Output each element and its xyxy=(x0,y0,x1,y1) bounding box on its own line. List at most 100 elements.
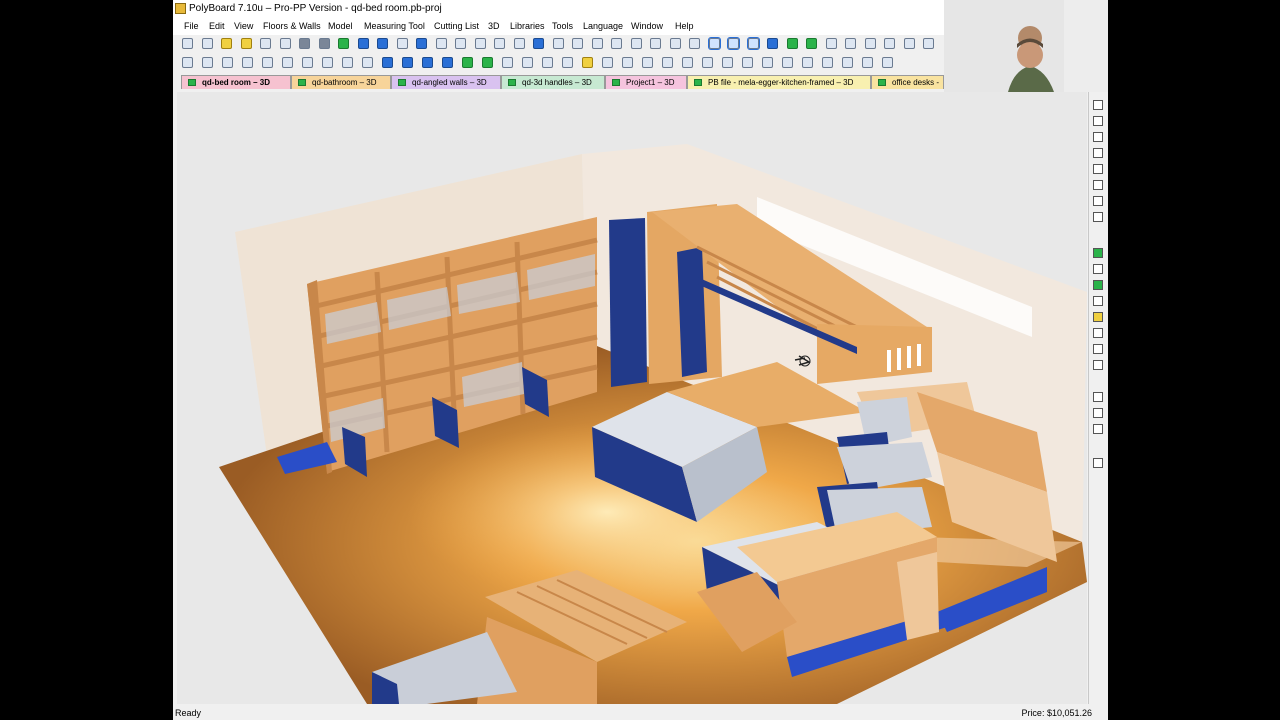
zoom-in-icon[interactable] xyxy=(1093,392,1103,402)
undo-icon[interactable] xyxy=(299,38,310,49)
sphere-icon[interactable] xyxy=(382,57,393,68)
cube-icon[interactable] xyxy=(806,38,817,49)
arrow-icon[interactable] xyxy=(669,38,681,49)
menu-libraries[interactable]: Libraries xyxy=(510,17,545,35)
view-iso-icon[interactable] xyxy=(302,57,313,68)
folder-icon[interactable] xyxy=(240,38,252,49)
menu-cutting-list[interactable]: Cutting List xyxy=(434,17,479,35)
menu-view[interactable]: View xyxy=(234,17,253,35)
panel-icon[interactable] xyxy=(591,38,603,49)
3d-viewport[interactable] xyxy=(177,92,1087,704)
view-iso-icon[interactable] xyxy=(322,57,333,68)
cube-icon[interactable] xyxy=(1093,280,1103,290)
tools-icon[interactable] xyxy=(1093,100,1103,110)
menu-tools[interactable]: Tools xyxy=(552,17,573,35)
cube-icon[interactable] xyxy=(767,38,778,49)
redo-icon[interactable] xyxy=(318,38,330,49)
plus-icon[interactable] xyxy=(864,38,876,49)
cube-icon[interactable] xyxy=(542,57,553,68)
menu-file[interactable]: File xyxy=(184,17,199,35)
view-icon[interactable] xyxy=(533,38,544,49)
box-icon[interactable] xyxy=(611,38,622,49)
view-iso-icon[interactable] xyxy=(342,57,353,68)
report-icon[interactable] xyxy=(377,38,388,49)
menu-language[interactable]: Language xyxy=(583,17,623,35)
cube-icon[interactable] xyxy=(1093,248,1103,258)
arrows-icon[interactable] xyxy=(923,38,934,49)
lightbulb-icon[interactable] xyxy=(582,57,593,68)
view-iso-icon[interactable] xyxy=(282,57,293,68)
box-icon[interactable] xyxy=(702,57,713,68)
menu-window[interactable]: Window xyxy=(631,17,663,35)
view-front-icon[interactable] xyxy=(182,57,193,68)
cube-icon[interactable] xyxy=(746,37,760,50)
grid-icon[interactable] xyxy=(903,38,915,49)
lightbulb-icon[interactable] xyxy=(1093,312,1103,322)
list-icon[interactable] xyxy=(455,38,466,49)
open-icon[interactable] xyxy=(201,38,213,49)
box-icon[interactable] xyxy=(662,57,673,68)
menu-floors-walls[interactable]: Floors & Walls xyxy=(263,17,321,35)
menu-edit[interactable]: Edit xyxy=(209,17,225,35)
cube-icon[interactable] xyxy=(462,57,473,68)
cube-icon[interactable] xyxy=(727,37,740,50)
sphere-icon[interactable] xyxy=(1093,180,1103,190)
sphere-icon[interactable] xyxy=(422,57,433,68)
menu-3d[interactable]: 3D xyxy=(488,17,500,35)
grid-icon[interactable] xyxy=(1093,164,1103,174)
layers-icon[interactable] xyxy=(435,38,447,49)
tab-office-desks[interactable]: office desks - xyxy=(871,75,944,89)
box-icon[interactable] xyxy=(722,57,733,68)
box-icon[interactable] xyxy=(622,57,633,68)
box-icon[interactable] xyxy=(682,57,693,68)
cube-icon[interactable] xyxy=(689,38,700,49)
document-icon[interactable] xyxy=(1093,196,1103,206)
cube-icon[interactable] xyxy=(522,57,533,68)
view-top-icon[interactable] xyxy=(262,57,273,68)
box-icon[interactable] xyxy=(630,38,642,49)
panel-icon[interactable] xyxy=(1093,296,1103,306)
tab-qd-bathroom[interactable]: qd-bathroom – 3D xyxy=(291,75,391,89)
arrow-icon[interactable] xyxy=(842,57,853,68)
zoom-icon[interactable] xyxy=(552,38,564,49)
panel-icon[interactable] xyxy=(572,38,583,49)
frame-icon[interactable] xyxy=(513,38,525,49)
fit-icon[interactable] xyxy=(1093,424,1103,434)
pencil-icon[interactable] xyxy=(396,38,408,49)
line-icon[interactable] xyxy=(845,38,856,49)
arrow-icon[interactable] xyxy=(862,57,873,68)
tab-project1[interactable]: Project1 – 3D xyxy=(605,75,687,89)
print-icon[interactable] xyxy=(260,38,271,49)
view-iso-icon[interactable] xyxy=(362,57,373,68)
cube-icon[interactable] xyxy=(482,57,493,68)
panel-icon[interactable] xyxy=(1093,148,1103,158)
tab-pb-file-mela-egger[interactable]: PB file - mela-egger-kitchen-framed – 3D xyxy=(687,75,871,89)
tab-qd-bed-room[interactable]: qd-bed room – 3D xyxy=(181,75,291,89)
arrow-icon[interactable] xyxy=(822,57,833,68)
arrow-icon[interactable] xyxy=(782,57,793,68)
cube-icon[interactable] xyxy=(338,38,349,49)
box-icon[interactable] xyxy=(1093,264,1103,274)
menu-measuring-tool[interactable]: Measuring Tool xyxy=(364,17,425,35)
tab-qd-3d-handles[interactable]: qd-3d handles – 3D xyxy=(501,75,605,89)
sphere-icon[interactable] xyxy=(442,57,453,68)
handle-icon[interactable] xyxy=(602,57,613,68)
cube-icon[interactable] xyxy=(707,37,721,50)
zoom-out-icon[interactable] xyxy=(1093,408,1103,418)
view-right-icon[interactable] xyxy=(242,57,253,68)
view-left-icon[interactable] xyxy=(222,57,233,68)
cube-icon[interactable] xyxy=(786,38,798,49)
hand-icon[interactable] xyxy=(1093,458,1103,468)
box-icon[interactable] xyxy=(742,57,753,68)
pencil-icon[interactable] xyxy=(1093,344,1103,354)
cube-icon[interactable] xyxy=(562,57,573,68)
pattern-icon[interactable] xyxy=(825,38,837,49)
box-icon[interactable] xyxy=(642,57,653,68)
cube-icon[interactable] xyxy=(1093,328,1103,338)
arrow-icon[interactable] xyxy=(650,38,661,49)
tab-qd-angled-walls[interactable]: qd-angled walls – 3D xyxy=(391,75,501,89)
list-icon[interactable] xyxy=(1093,360,1103,370)
save-icon[interactable] xyxy=(221,38,232,49)
view-back-icon[interactable] xyxy=(202,57,213,68)
panel-icon[interactable] xyxy=(1093,116,1103,126)
